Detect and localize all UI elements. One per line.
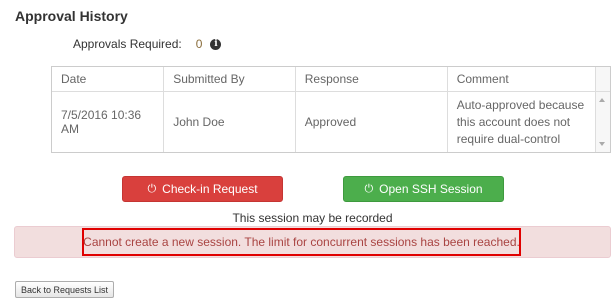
check-in-request-label: Check-in Request: [162, 182, 258, 196]
check-in-request-button[interactable]: ⏻ Check-in Request: [122, 176, 283, 202]
cell-date: 7/5/2016 10:36 AM: [52, 91, 165, 152]
cell-comment: Auto-approved because this account does …: [447, 91, 597, 152]
header-spacer: [595, 67, 610, 92]
scroll-up-arrow-icon[interactable]: [599, 98, 606, 102]
power-icon: ⏻: [147, 182, 157, 195]
approvals-count: 0: [195, 37, 203, 51]
open-ssh-session-label: Open SSH Session: [379, 182, 483, 196]
approvals-label: Approvals Required:: [73, 37, 182, 51]
column-header-response: Response: [295, 67, 448, 92]
section-title: Approval History: [15, 8, 128, 24]
table-header-row: Date Submitted By Response Comment: [52, 67, 610, 92]
column-header-comment: Comment: [447, 67, 597, 92]
column-header-submitted-by: Submitted By: [163, 67, 296, 92]
recording-notice: This session may be recorded: [232, 211, 393, 225]
approval-history-table: Date Submitted By Response Comment 7/5/2…: [51, 66, 611, 153]
comment-scrollbar[interactable]: [595, 91, 610, 152]
approvals-required: Approvals Required: 0 i: [73, 37, 222, 51]
cell-response: Approved: [295, 91, 448, 152]
back-to-requests-button[interactable]: Back to Requests List: [15, 281, 115, 298]
scroll-down-arrow-icon[interactable]: [599, 142, 606, 146]
power-icon: ⏻: [364, 182, 374, 195]
cell-submitted-by: John Doe: [163, 91, 296, 152]
info-circle-icon[interactable]: i: [210, 38, 222, 50]
open-ssh-session-button[interactable]: ⏻ Open SSH Session: [343, 176, 504, 202]
error-message: Cannot create a new session. The limit f…: [82, 228, 521, 256]
table-row: 7/5/2016 10:36 AM John Doe Approved Auto…: [52, 91, 610, 152]
column-header-date: Date: [52, 67, 165, 92]
